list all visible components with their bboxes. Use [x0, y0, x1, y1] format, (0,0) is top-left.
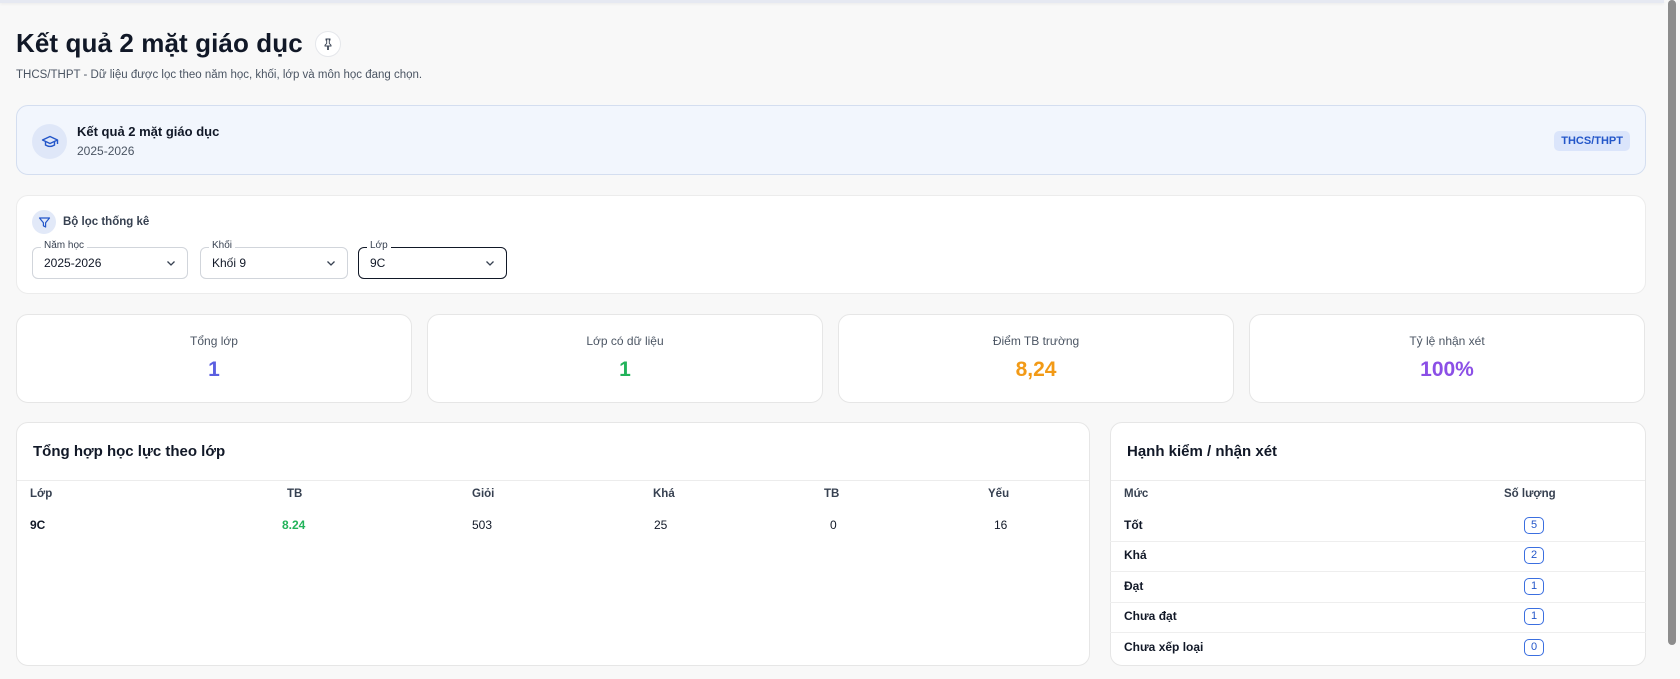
stat-card-total-classes: Tổng lớp 1	[16, 314, 412, 403]
cell-average: 8.24	[282, 518, 306, 532]
stat-label: Lớp có dữ liệu	[586, 334, 664, 348]
row-divider	[1110, 632, 1646, 633]
chevron-down-icon	[486, 261, 494, 266]
page-subtitle: THCS/THPT - Dữ liệu được lọc theo năm họ…	[16, 69, 423, 81]
column-header-good: Khá	[653, 488, 675, 500]
column-header-count: Số lượng	[1504, 488, 1556, 500]
conduct-level: Chưa xếp loại	[1124, 640, 1204, 654]
year-select-value: 2025-2026	[44, 256, 102, 270]
level-badge: THCS/THPT	[1554, 131, 1630, 151]
column-header-fair: TB	[824, 488, 840, 500]
row-divider	[1110, 602, 1646, 603]
banner-year: 2025-2026	[77, 144, 135, 158]
filter-heading: Bộ lọc thống kê	[63, 216, 150, 228]
column-header-class: Lớp	[30, 488, 53, 500]
chevron-down-icon	[167, 261, 175, 266]
conduct-level: Chưa đạt	[1124, 609, 1177, 623]
stat-value: 1	[208, 358, 220, 381]
row-divider	[1110, 571, 1646, 572]
divider	[1111, 480, 1645, 481]
count-badge: 0	[1524, 639, 1544, 656]
graduation-cap-icon	[32, 124, 67, 159]
top-bar	[0, 0, 1664, 3]
class-select[interactable]: Lớp 9C	[358, 240, 507, 279]
conduct-level: Đạt	[1124, 579, 1144, 593]
column-header-weak: Yếu	[988, 488, 1010, 500]
stat-value: 100%	[1420, 358, 1474, 381]
column-header-excellent: Giỏi	[472, 488, 495, 500]
stat-value: 8,24	[1015, 358, 1057, 381]
count-badge: 2	[1524, 547, 1544, 564]
stat-label: Điểm TB trường	[992, 334, 1080, 348]
pin-icon	[324, 38, 332, 50]
count-badge: 5	[1524, 517, 1544, 534]
academic-card-title: Tổng hợp học lực theo lớp	[33, 443, 226, 460]
grade-select-label: Khối	[209, 240, 236, 252]
class-select-label: Lớp	[367, 240, 391, 252]
stat-label: Tổng lớp	[190, 334, 238, 348]
academic-summary-card: Tổng hợp học lực theo lớp	[16, 422, 1090, 666]
stat-card-classes-with-data: Lớp có dữ liệu 1	[427, 314, 823, 403]
class-select-value: 9C	[370, 256, 386, 270]
column-header-level: Mức	[1124, 488, 1149, 500]
count-badge: 1	[1524, 578, 1544, 595]
filter-header: Bộ lọc thống kê	[32, 210, 149, 234]
stat-value: 1	[619, 358, 631, 381]
pin-button[interactable]	[314, 30, 341, 57]
grade-select[interactable]: Khối Khối 9	[200, 240, 348, 279]
cell-fair: 0	[830, 518, 837, 532]
filter-icon	[32, 210, 56, 234]
info-banner: Kết quả 2 mặt giáo dục 2025-2026 THCS/TH…	[16, 105, 1646, 175]
divider	[17, 480, 1089, 481]
conduct-card-title: Hạnh kiểm / nhận xét	[1127, 443, 1278, 460]
conduct-level: Khá	[1124, 548, 1147, 562]
stat-card-school-average: Điểm TB trường 8,24	[838, 314, 1234, 403]
grade-select-value: Khối 9	[212, 256, 247, 270]
row-divider	[1110, 541, 1646, 542]
banner-title: Kết quả 2 mặt giáo dục	[77, 124, 220, 139]
page-title: Kết quả 2 mặt giáo dục	[16, 28, 303, 58]
year-select-label: Năm học	[41, 240, 88, 252]
page-scrollbar[interactable]	[1668, 0, 1676, 679]
title-row: Kết quả 2 mặt giáo dục	[16, 28, 341, 59]
year-select[interactable]: Năm học 2025-2026	[32, 240, 188, 279]
stat-card-comment-rate: Tỷ lệ nhận xét 100%	[1249, 314, 1645, 403]
filter-panel: Bộ lọc thống kê Năm học 2025-2026 Khối K…	[16, 195, 1646, 294]
cell-good: 25	[654, 518, 668, 532]
cell-excellent: 503	[472, 518, 493, 532]
chevron-down-icon	[327, 261, 335, 266]
conduct-card: Hạnh kiểm / nhận xét	[1110, 422, 1646, 666]
stat-label: Tỷ lệ nhận xét	[1409, 334, 1485, 348]
cell-class: 9C	[30, 518, 46, 532]
scrollbar-thumb[interactable]	[1668, 0, 1676, 645]
column-header-average: TB	[287, 488, 303, 500]
cell-weak: 16	[994, 518, 1008, 532]
conduct-level: Tốt	[1124, 518, 1143, 532]
count-badge: 1	[1524, 608, 1544, 625]
